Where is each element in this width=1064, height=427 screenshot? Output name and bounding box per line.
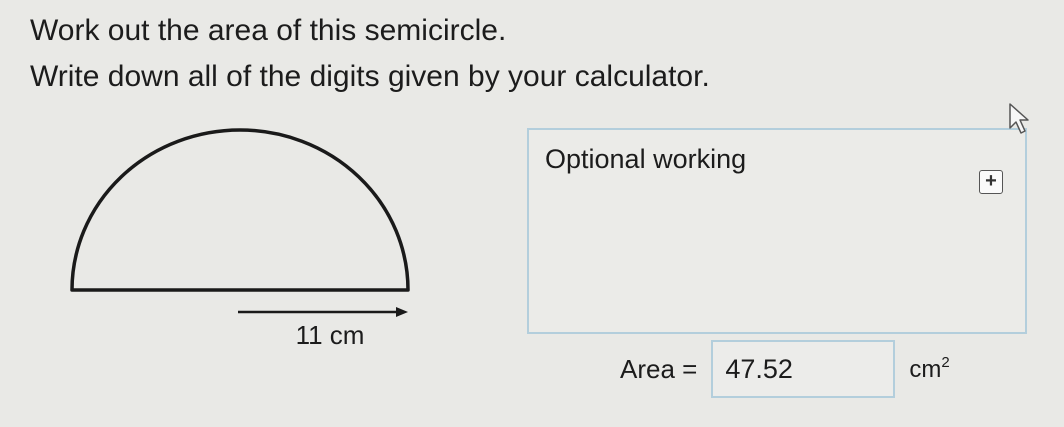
area-unit: cm2 (909, 354, 949, 384)
area-answer-row: Area = cm2 (620, 338, 950, 400)
unit-exponent: 2 (941, 354, 950, 371)
question-line-1: Work out the area of this semicircle. (30, 14, 507, 47)
diameter-label: 11 cm (296, 320, 365, 350)
mouse-cursor-icon (1009, 103, 1029, 134)
diameter-arrow-head (396, 307, 408, 317)
semicircle-diagram: 11 cm (70, 128, 410, 350)
semicircle-shape (70, 128, 410, 292)
question-line-2: Write down all of the digits given by yo… (30, 60, 710, 93)
area-answer-input[interactable] (711, 340, 896, 398)
area-label: Area = (620, 353, 698, 384)
unit-base: cm (909, 356, 942, 383)
expand-working-button[interactable]: + (979, 170, 1003, 194)
optional-working-label: Optional working (545, 144, 747, 174)
optional-working-box[interactable]: Optional working + (527, 128, 1027, 334)
